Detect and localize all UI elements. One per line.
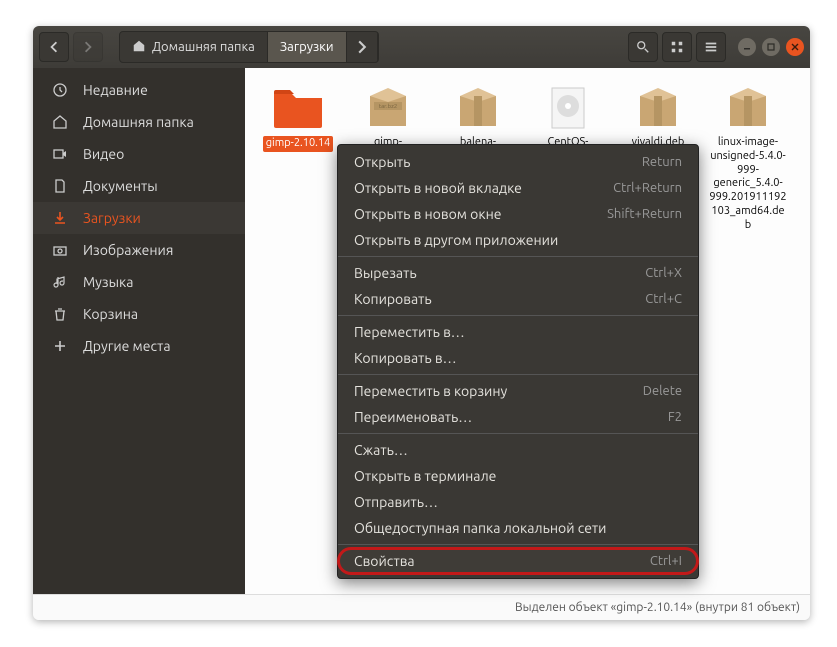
titlebar: Домашняя папка Загрузки — [33, 26, 810, 68]
breadcrumb: Домашняя папка Загрузки — [119, 31, 379, 63]
file-label: linux-image-unsigned-5.4.0-999-generic_5… — [709, 136, 787, 232]
sidebar-item-recent[interactable]: Недавние — [33, 74, 245, 106]
sidebar-item-label: Документы — [83, 178, 158, 194]
package-icon — [719, 82, 777, 134]
clock-icon — [51, 81, 69, 99]
breadcrumb-label: Загрузки — [280, 40, 334, 54]
sidebar-item-trash[interactable]: Корзина — [33, 298, 245, 330]
sidebar: Недавние Домашняя папка Видео Документы … — [33, 68, 245, 594]
separator — [338, 544, 698, 545]
sidebar-item-label: Музыка — [83, 274, 133, 290]
file-item[interactable]: linux-image-unsigned-5.4.0-999-generic_5… — [709, 82, 787, 232]
package-icon: tar.bz2 — [359, 82, 417, 134]
sidebar-item-videos[interactable]: Видео — [33, 138, 245, 170]
disc-icon — [539, 82, 597, 134]
cm-properties[interactable]: СвойстваCtrl+I — [338, 548, 698, 574]
view-grid-button[interactable] — [662, 32, 692, 62]
package-icon — [629, 82, 687, 134]
context-menu: ОткрытьReturn Открыть в новой вкладкеCtr… — [337, 144, 699, 579]
cm-trash[interactable]: Переместить в корзинуDelete — [338, 378, 698, 404]
minimize-button[interactable] — [738, 38, 756, 56]
file-item[interactable]: gimp-2.10.14 — [259, 82, 337, 232]
download-icon — [51, 209, 69, 227]
sidebar-item-label: Изображения — [83, 242, 173, 258]
cm-cut[interactable]: ВырезатьCtrl+X — [338, 260, 698, 286]
cm-open-tab[interactable]: Открыть в новой вкладкеCtrl+Return — [338, 175, 698, 201]
breadcrumb-home[interactable]: Домашняя папка — [120, 32, 268, 62]
sidebar-item-music[interactable]: Музыка — [33, 266, 245, 298]
menu-button[interactable] — [696, 32, 726, 62]
document-icon — [51, 177, 69, 195]
breadcrumb-more[interactable] — [347, 32, 378, 62]
sidebar-item-pictures[interactable]: Изображения — [33, 234, 245, 266]
sidebar-item-label: Недавние — [83, 82, 148, 98]
cm-move-to[interactable]: Переместить в… — [338, 319, 698, 345]
trash-icon — [51, 305, 69, 323]
cm-open-other[interactable]: Открыть в другом приложении — [338, 227, 698, 253]
cm-open[interactable]: ОткрытьReturn — [338, 149, 698, 175]
sidebar-item-label: Загрузки — [83, 210, 141, 226]
sidebar-item-label: Корзина — [83, 306, 138, 322]
home-icon — [51, 113, 69, 131]
cm-terminal[interactable]: Открыть в терминале — [338, 463, 698, 489]
cm-rename[interactable]: Переименовать…F2 — [338, 404, 698, 430]
svg-text:tar.bz2: tar.bz2 — [379, 103, 398, 110]
statusbar: Выделен объект «gimp-2.10.14» (внутри 81… — [33, 594, 810, 620]
sidebar-item-other[interactable]: Другие места — [33, 330, 245, 362]
folder-icon — [269, 82, 327, 134]
plus-icon — [51, 337, 69, 355]
sidebar-item-label: Другие места — [83, 338, 171, 354]
sidebar-item-label: Домашняя папка — [83, 114, 194, 130]
cm-share[interactable]: Общедоступная папка локальной сети — [338, 515, 698, 541]
separator — [338, 433, 698, 434]
sidebar-item-home[interactable]: Домашняя папка — [33, 106, 245, 138]
package-icon — [449, 82, 507, 134]
close-button[interactable] — [786, 38, 804, 56]
search-button[interactable] — [628, 32, 658, 62]
separator — [338, 374, 698, 375]
home-icon — [132, 39, 146, 56]
music-icon — [51, 273, 69, 291]
cm-send[interactable]: Отправить… — [338, 489, 698, 515]
back-button[interactable] — [39, 32, 69, 62]
cm-copy[interactable]: КопироватьCtrl+C — [338, 286, 698, 312]
sidebar-item-downloads[interactable]: Загрузки — [33, 202, 245, 234]
camera-icon — [51, 241, 69, 259]
file-label: gimp-2.10.14 — [263, 136, 334, 152]
breadcrumb-current[interactable]: Загрузки — [268, 32, 347, 62]
sidebar-item-documents[interactable]: Документы — [33, 170, 245, 202]
video-icon — [51, 145, 69, 163]
cm-copy-to[interactable]: Копировать в… — [338, 345, 698, 371]
cm-open-window[interactable]: Открыть в новом окнеShift+Return — [338, 201, 698, 227]
separator — [338, 315, 698, 316]
separator — [338, 256, 698, 257]
breadcrumb-label: Домашняя папка — [152, 40, 255, 54]
maximize-button[interactable] — [762, 38, 780, 56]
forward-button[interactable] — [73, 32, 103, 62]
cm-compress[interactable]: Сжать… — [338, 437, 698, 463]
sidebar-item-label: Видео — [83, 146, 124, 162]
status-text: Выделен объект «gimp-2.10.14» (внутри 81… — [515, 601, 800, 614]
